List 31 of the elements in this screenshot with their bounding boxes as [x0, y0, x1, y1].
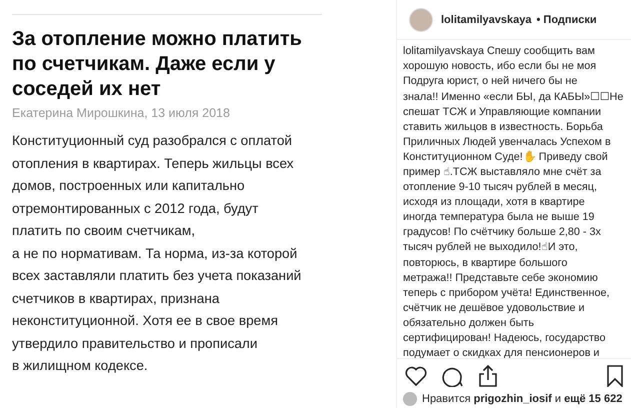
caption-line: иногда температура была не выше 19: [403, 210, 596, 226]
article-title: За отопление можно платить по счетчикам. Даже если у соседей их нет: [12, 27, 303, 102]
share-icon[interactable]: [477, 364, 499, 387]
caption-line: хорошую новость, ибо если бы не моя: [403, 59, 598, 74]
heart-icon[interactable]: [405, 366, 427, 386]
caption-line: сертифицирован! Надеюсь, государство: [403, 331, 607, 346]
caption-line: Подруга юрист, о ней ничего бы не: [403, 74, 578, 90]
article-byline: Екатерина Мирошкина, 13 июля 2018: [12, 106, 231, 120]
username-link[interactable]: lolitamilyavskaya: [441, 14, 532, 26]
caption-line: исходя из площади, хотя в квартире: [403, 195, 586, 210]
caption-line: отопление 9-10 тысяч рублей в месяц,: [403, 180, 598, 196]
caption-line: счётчик не дешёвое удовольствие и: [403, 300, 586, 316]
caption-line: тысяч рублей не выходило!☝И это,: [403, 240, 579, 256]
caption-line: подумает о скидках для пенсионеров и: [403, 346, 600, 358]
caption-line: Приличных Людей увенчалась Успехом в: [403, 134, 612, 150]
likes-text: Нравится prigozhin_iosif и ещё 15 622: [422, 393, 622, 406]
caption-line: градусов! По счётчику больше 2,80 - 3х: [403, 225, 602, 240]
liker-avatar-icon: [403, 392, 417, 406]
caption-line: Конституционном Суде!✋ Приведу свой: [403, 150, 609, 165]
caption-line: знала!! Именно «если БЫ, да КАБЫ»☐☐Не: [403, 90, 624, 104]
bookmark-icon[interactable]: [607, 364, 623, 387]
caption-line: lolitamilyavskaya Спешу сообщить вам: [403, 44, 596, 60]
caption-line: повторюсь, в квартире большого: [403, 256, 568, 271]
caption-line: теперь с прибором учёта! Единственное,: [403, 286, 610, 301]
caption-line: пример ☝.ТСЖ выставляло мне счёт за: [403, 164, 602, 180]
article-text: Конституционный суд разобрался с оплатой отопления в квартирах. Теперь жильцы всех домов, построенных или капитально отремонтированных с 2012 года, будут платить по своим счетчикам, а не по нормативам. Та норма, из-за которой всех заставляли платить без учета показаний счетчиков в квартирах, признана неконституционной. Хотя ее в свое время утвердило правительство и прописали в жилищном кодексе.: [12, 132, 302, 375]
follow-status[interactable]: • Подписки: [536, 14, 597, 26]
caption-line: обязательно должен быть: [403, 316, 535, 331]
caption-line: метража!! Представьте себе экономию: [403, 270, 599, 286]
caption-line: ставить жильцов в известность. Борьба: [403, 120, 604, 135]
caption-line: спешат ТСЖ и Управляющие компании: [403, 104, 602, 120]
